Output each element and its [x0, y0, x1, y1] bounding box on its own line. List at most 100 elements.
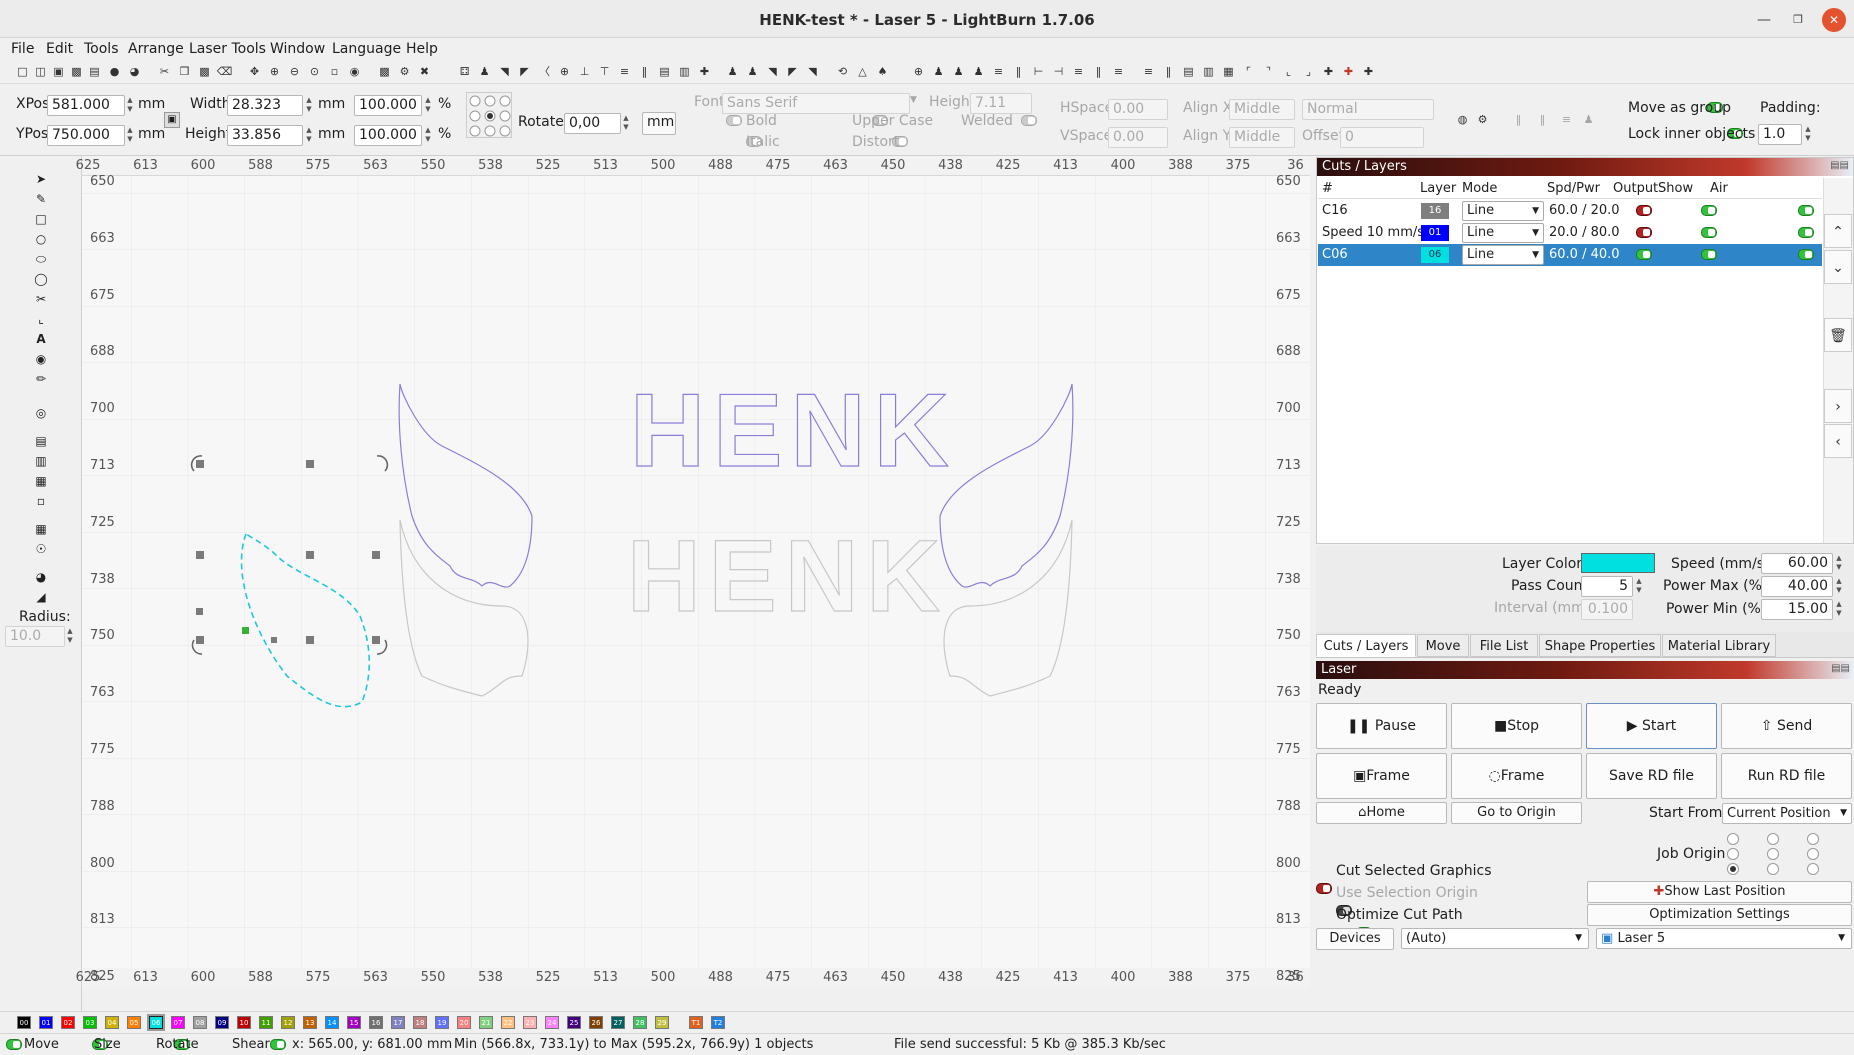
font-dropdown-icon[interactable]: ▼	[910, 95, 917, 105]
dock-right-icon[interactable]: ▦	[1220, 63, 1237, 80]
flip-icon[interactable]: ◥	[764, 63, 781, 80]
width-percent-input[interactable]: 100.000	[354, 95, 422, 116]
palette-swatch[interactable]: 01	[39, 1016, 53, 1029]
job-origin-tr[interactable]	[1807, 833, 1819, 845]
layer-up-icon[interactable]: ⌃	[1824, 214, 1852, 248]
space-v-icon[interactable]: ≡	[1110, 63, 1127, 80]
monitor-icon[interactable]: ▩	[376, 63, 393, 80]
show-toggle[interactable]	[1701, 205, 1718, 216]
height-percent-spinner-icon[interactable]: ▲ ▼	[423, 126, 433, 144]
zoom-page-icon[interactable]: ▫	[326, 63, 343, 80]
palette-swatch[interactable]: T1	[689, 1016, 703, 1029]
status-shear-toggle[interactable]	[270, 1039, 287, 1050]
paste-icon[interactable]: ▩	[196, 63, 213, 80]
palette-swatch[interactable]: 05	[127, 1016, 141, 1029]
palette-swatch[interactable]: 24	[545, 1016, 559, 1029]
height-percent-input[interactable]: 100.000	[354, 125, 422, 146]
home-button[interactable]: ⌂Home	[1316, 802, 1447, 824]
layer-mode-select[interactable]: Line ▼	[1462, 245, 1544, 265]
minimize-icon[interactable]: —	[1752, 8, 1776, 32]
align-top-small-icon[interactable]: ≡	[1558, 111, 1575, 128]
radius-input[interactable]: 10.0	[5, 626, 65, 647]
show-last-position-button[interactable]: ✚Show Last Position	[1587, 881, 1852, 903]
palette-swatch[interactable]: 15	[347, 1016, 361, 1029]
user-icon[interactable]: ♟	[724, 63, 741, 80]
layer-swatch[interactable]: 16	[1421, 203, 1449, 219]
dock-v-icon[interactable]: ▥	[676, 63, 693, 80]
close-icon[interactable]: ✕	[1822, 8, 1846, 32]
align-right-small-icon[interactable]: ‖	[1534, 111, 1551, 128]
measure-tool-icon[interactable]: ✏	[32, 370, 50, 388]
boolean-union-icon[interactable]: ▤	[32, 432, 50, 450]
palette-swatch[interactable]: 00	[17, 1016, 31, 1029]
weld-icon[interactable]: ▫	[32, 492, 50, 510]
layer-color-swatch[interactable]	[1581, 553, 1655, 573]
circular-array-icon[interactable]: ☉	[32, 540, 50, 558]
width-percent-spinner-icon[interactable]: ▲ ▼	[423, 96, 433, 114]
job-origin-ml[interactable]	[1727, 848, 1739, 860]
export-icon[interactable]: ▤	[86, 63, 103, 80]
palette-swatch[interactable]: 23	[523, 1016, 537, 1029]
zoom-in-icon[interactable]: ⊕	[266, 63, 283, 80]
devices-button[interactable]: Devices	[1316, 928, 1394, 950]
layer-swatch[interactable]: 06	[1421, 247, 1449, 263]
palette-swatch[interactable]: 07	[171, 1016, 185, 1029]
frame-circle-button[interactable]: ◌Frame	[1451, 753, 1582, 799]
ypos-spinner-icon[interactable]: ▲ ▼	[125, 126, 135, 144]
xpos-input[interactable]: 581.000	[47, 95, 125, 116]
menu-file[interactable]: File	[8, 38, 37, 60]
palette-swatch[interactable]: 19	[435, 1016, 449, 1029]
group-icon[interactable]: ⚃	[456, 63, 473, 80]
undo-icon[interactable]: ●	[106, 63, 123, 80]
width-input[interactable]: 28.323	[227, 95, 303, 116]
pass-count-spinner-icon[interactable]: ▲ ▼	[1634, 577, 1644, 595]
xpos-spinner-icon[interactable]: ▲ ▼	[125, 96, 135, 114]
run-rd-button[interactable]: Run RD file	[1721, 753, 1852, 799]
palette-swatch[interactable]: 16	[369, 1016, 383, 1029]
palette-swatch[interactable]: 02	[61, 1016, 75, 1029]
cut-tool-icon[interactable]: ✂	[32, 290, 50, 308]
pass-count-input[interactable]: 5	[1581, 576, 1633, 597]
laser-pos-icon[interactable]: ✚	[1360, 63, 1377, 80]
offset-tool-icon[interactable]: ◎	[32, 404, 50, 422]
palette-swatch[interactable]: 29	[655, 1016, 669, 1029]
job-origin-bl[interactable]	[1727, 863, 1739, 875]
menu-arrange[interactable]: Arrange	[125, 38, 187, 60]
width-spinner-icon[interactable]: ▲ ▼	[304, 96, 314, 114]
palette-swatch[interactable]: 04	[105, 1016, 119, 1029]
new-file-icon[interactable]: □	[14, 63, 31, 80]
job-origin-tl[interactable]	[1727, 833, 1739, 845]
tab-shape-properties[interactable]: Shape Properties	[1539, 634, 1661, 657]
corner-br-icon[interactable]: ⌟	[1300, 63, 1317, 80]
padding-spinner-icon[interactable]: ▲ ▼	[1803, 125, 1813, 143]
shape-icon[interactable]: ♠	[874, 63, 891, 80]
corner-tr-icon[interactable]: ⌝	[1260, 63, 1277, 80]
palette-swatch[interactable]: T2	[711, 1016, 725, 1029]
send-button[interactable]: ⇧ Send	[1721, 703, 1852, 749]
person-icon[interactable]: ♟	[930, 63, 947, 80]
hspace-input[interactable]: 0.00	[1108, 99, 1168, 120]
rotate-icon[interactable]: ⟲	[834, 63, 851, 80]
boolean-subtract-icon[interactable]: ▥	[32, 452, 50, 470]
select-tool-icon[interactable]: ➤	[32, 170, 50, 188]
person3-icon[interactable]: ♟	[970, 63, 987, 80]
palette-swatch[interactable]: 11	[259, 1016, 273, 1029]
palette-swatch[interactable]: 27	[611, 1016, 625, 1029]
start-from-select[interactable]: Current Position ▼	[1722, 803, 1852, 824]
pause-button[interactable]: ❚❚ Pause	[1316, 703, 1447, 749]
shape-tool-icon[interactable]: ◯	[32, 270, 50, 288]
palette-swatch[interactable]: 13	[303, 1016, 317, 1029]
start-button[interactable]: ▶ Start	[1586, 703, 1717, 749]
show-toggle[interactable]	[1701, 249, 1718, 260]
ungroup-icon[interactable]: ♟	[476, 63, 493, 80]
user2-icon[interactable]: ♟	[744, 63, 761, 80]
palette-swatch[interactable]: 08	[193, 1016, 207, 1029]
menu-window[interactable]: Window	[267, 38, 328, 60]
palette-swatch[interactable]: 03	[83, 1016, 97, 1029]
redo-icon[interactable]: ◕	[126, 63, 143, 80]
layer-row[interactable]: C16 16 Line ▼ 60.0 / 20.0	[1318, 200, 1822, 222]
align-center-icon[interactable]: ⊕	[556, 63, 573, 80]
panel-float-icon[interactable]: ▤▤	[1830, 160, 1849, 171]
align-mid-icon[interactable]: ≡	[1070, 63, 1087, 80]
layer-swatch[interactable]: 01	[1421, 225, 1449, 241]
